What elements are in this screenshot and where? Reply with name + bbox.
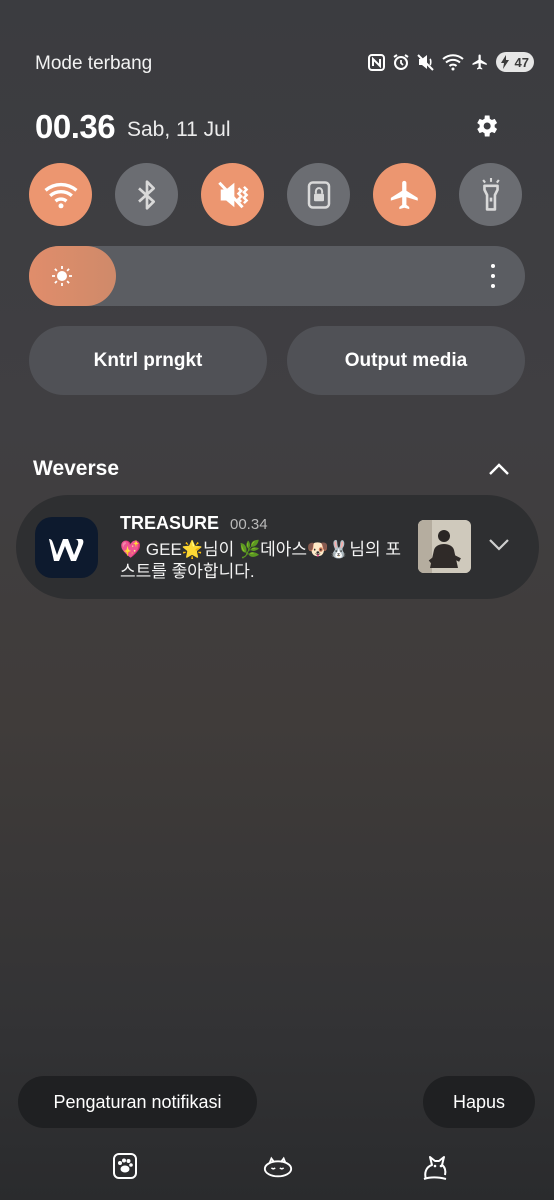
wifi-toggle[interactable] [29, 163, 92, 226]
expand-button[interactable] [486, 532, 512, 558]
bluetooth-icon [137, 179, 155, 210]
brightness-more-icon[interactable] [480, 262, 506, 290]
bluetooth-toggle[interactable] [115, 163, 178, 226]
mute-icon [417, 53, 435, 71]
alarm-icon [392, 53, 410, 71]
nfc-icon [368, 53, 385, 71]
gear-icon [477, 115, 498, 137]
status-icons: 47 [368, 52, 534, 72]
settings-button[interactable] [469, 109, 503, 143]
lock-icon [307, 180, 330, 209]
flashlight-toggle[interactable] [459, 163, 522, 226]
notification-app-name: Weverse [33, 457, 120, 480]
notification-body: 💖 GEE🌟님이 🌿데아스🐶🐰님의 포스트를 좋아합니다. [120, 540, 402, 581]
flashlight-icon [481, 177, 500, 211]
notification-title: TREASURE [120, 513, 220, 533]
notification-time: 00.34 [230, 516, 268, 533]
media-output-button[interactable]: Output media [287, 326, 525, 395]
paw-icon[interactable] [109, 1150, 141, 1182]
date: Sab, 11 Jul [127, 118, 231, 141]
clear-button[interactable]: Hapus [423, 1076, 535, 1128]
cat-icon[interactable] [419, 1150, 451, 1182]
notification-thumbnail [418, 520, 471, 573]
rotation-lock-toggle[interactable] [287, 163, 350, 226]
sun-icon [52, 266, 72, 286]
sound-toggle[interactable] [201, 163, 264, 226]
airplane-icon [471, 53, 489, 71]
airplane-icon [390, 180, 418, 209]
device-control-button[interactable]: Kntrl prngkt [29, 326, 267, 395]
wifi-icon [43, 182, 78, 208]
clock: 00.36 [35, 108, 116, 145]
collapse-button[interactable] [486, 456, 512, 482]
mute-icon [217, 181, 248, 208]
sleeping-cat-icon[interactable] [262, 1150, 294, 1182]
wifi-icon [442, 53, 464, 71]
weverse-app-icon [35, 517, 98, 578]
brightness-level[interactable] [29, 246, 116, 306]
airplane-mode-status: Mode terbang [35, 53, 153, 74]
airplane-mode-toggle[interactable] [373, 163, 436, 226]
weverse-logo-icon [48, 538, 83, 561]
chevron-down-icon [489, 539, 509, 551]
battery-level: 47 [514, 54, 529, 70]
battery-indicator: 47 [496, 52, 534, 72]
chevron-up-icon [489, 463, 509, 475]
notification-settings-button[interactable]: Pengaturan notifikasi [18, 1076, 257, 1128]
